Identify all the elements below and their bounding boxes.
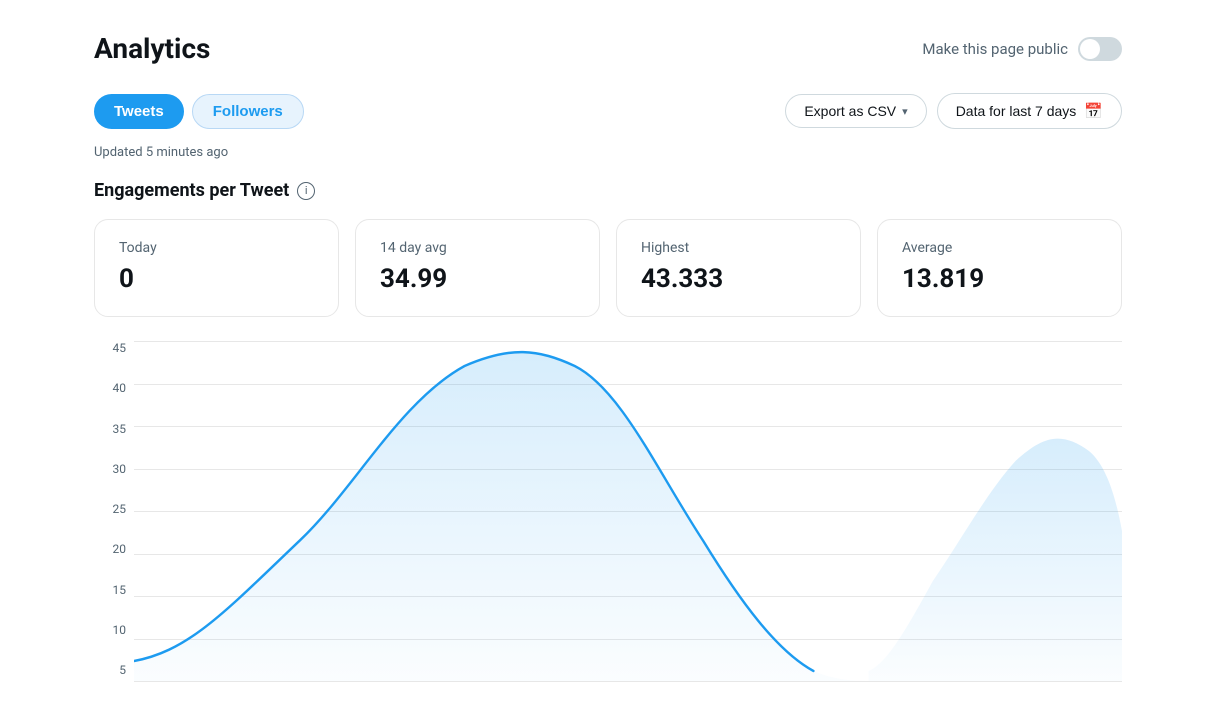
analytics-page: Analytics Make this page public Tweets F…	[0, 0, 1216, 725]
y-axis-label: 35	[94, 422, 134, 436]
section-header: Engagements per Tweet i	[94, 180, 1122, 201]
card-highest-label: Highest	[641, 240, 836, 256]
chart-y-axis: 45 40 35 30 25 20 15 10 5	[94, 341, 134, 681]
card-highest-value: 43.333	[641, 264, 836, 294]
export-label: Export as CSV	[804, 103, 896, 119]
stats-cards: Today 0 14 day avg 34.99 Highest 43.333 …	[94, 219, 1122, 317]
date-range-button[interactable]: Data for last 7 days 📅	[937, 93, 1122, 129]
updated-timestamp: Updated 5 minutes ago	[94, 145, 1122, 160]
export-csv-button[interactable]: Export as CSV ▾	[785, 94, 926, 128]
public-toggle[interactable]	[1078, 37, 1122, 61]
y-axis-label: 20	[94, 542, 134, 556]
y-axis-label: 5	[94, 663, 134, 677]
card-14day-avg: 14 day avg 34.99	[355, 219, 600, 317]
y-axis-label: 25	[94, 502, 134, 516]
make-public-label: Make this page public	[922, 40, 1068, 58]
tab-tweets[interactable]: Tweets	[94, 94, 184, 129]
header-right: Make this page public	[922, 37, 1122, 61]
card-14day-label: 14 day avg	[380, 240, 575, 256]
chevron-down-icon: ▾	[902, 105, 908, 118]
card-today-value: 0	[119, 264, 314, 294]
card-average-value: 13.819	[902, 264, 1097, 294]
card-today: Today 0	[94, 219, 339, 317]
info-icon[interactable]: i	[297, 182, 315, 200]
y-axis-label: 15	[94, 583, 134, 597]
chart-inner	[134, 341, 1122, 681]
page-title: Analytics	[94, 32, 210, 65]
card-14day-value: 34.99	[380, 264, 575, 294]
grid-line	[134, 681, 1122, 682]
tabs-toolbar-row: Tweets Followers Export as CSV ▾ Data fo…	[94, 93, 1122, 129]
card-highest: Highest 43.333	[616, 219, 861, 317]
chart-svg	[134, 341, 1122, 681]
tab-followers[interactable]: Followers	[192, 94, 304, 129]
chart-area: 45 40 35 30 25 20 15 10 5	[94, 341, 1122, 681]
y-axis-label: 30	[94, 462, 134, 476]
card-average-label: Average	[902, 240, 1097, 256]
y-axis-label: 10	[94, 623, 134, 637]
section-title: Engagements per Tweet	[94, 180, 289, 201]
page-header: Analytics Make this page public	[94, 32, 1122, 65]
y-axis-label: 40	[94, 381, 134, 395]
card-today-label: Today	[119, 240, 314, 256]
y-axis-label: 45	[94, 341, 134, 355]
tab-group: Tweets Followers	[94, 94, 304, 129]
date-range-label: Data for last 7 days	[956, 103, 1077, 119]
card-average: Average 13.819	[877, 219, 1122, 317]
calendar-icon: 📅	[1084, 102, 1103, 120]
toolbar: Export as CSV ▾ Data for last 7 days 📅	[785, 93, 1122, 129]
